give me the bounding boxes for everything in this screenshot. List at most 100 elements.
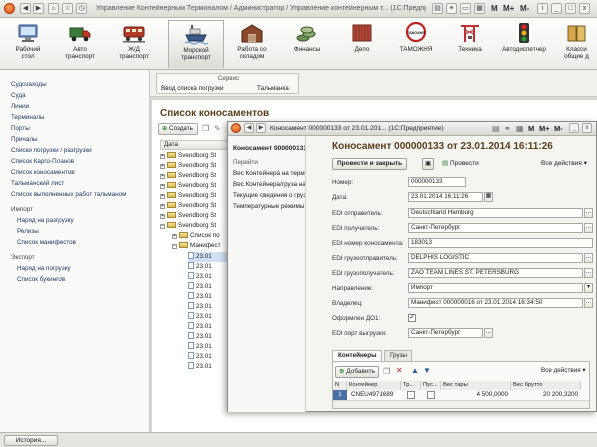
section-dispatcher[interactable]: Автодиспетчер: [498, 20, 550, 68]
minimize-button[interactable]: _: [551, 3, 562, 14]
nav-link-bills-of-lading[interactable]: Список коносаментов: [11, 169, 75, 176]
history-button[interactable]: История...: [4, 435, 58, 446]
select-ellipsis-icon[interactable]: …: [584, 298, 593, 308]
section-desktop[interactable]: Рабочий стол: [4, 20, 52, 68]
home-icon[interactable]: ⌂: [48, 3, 59, 14]
nav-link-ship-calls[interactable]: Судозаходы: [11, 81, 47, 88]
expand-icon[interactable]: +: [160, 154, 165, 159]
table-row[interactable]: 23.01: [188, 262, 230, 272]
doc-nav-item[interactable]: Температурные режимы ...: [233, 203, 305, 210]
number-field[interactable]: 000000133: [408, 177, 466, 187]
memory-minus-button[interactable]: M-: [554, 124, 563, 133]
save-icon[interactable]: ▣: [422, 158, 435, 170]
expand-icon[interactable]: +: [160, 164, 165, 169]
all-actions-menu[interactable]: Все действия ▾: [536, 158, 592, 170]
date-field[interactable]: 23.01.2014 16:11:26: [408, 192, 483, 202]
app-logo-icon[interactable]: [4, 3, 15, 14]
list-item[interactable]: + Svendborg St: [160, 172, 230, 182]
expand-icon[interactable]: +: [160, 204, 165, 209]
gross-weight-cell[interactable]: 20 200,3200: [511, 390, 581, 400]
service-tally[interactable]: Тальманка: [257, 85, 289, 92]
column-header-date[interactable]: Дата: [160, 140, 228, 150]
section-sea[interactable]: Морской транспорт: [168, 20, 224, 68]
discharge-port-field[interactable]: Санкт-Петербург: [408, 328, 483, 338]
column-header-tare-weight[interactable]: Вес тары: [441, 381, 511, 390]
section-equipment[interactable]: Техника: [446, 20, 494, 68]
list-item[interactable]: − Svendborg St: [160, 222, 230, 232]
minimize-button[interactable]: _: [569, 123, 579, 133]
list-item[interactable]: + Svendborg St: [160, 212, 230, 222]
edi-sender-field[interactable]: Deutschland Hamburg: [408, 208, 583, 218]
table-row[interactable]: 23.01: [188, 292, 230, 302]
list-item[interactable]: + Svendborg St: [160, 162, 230, 172]
expand-icon[interactable]: +: [172, 234, 177, 239]
favorites-icon[interactable]: ☆: [62, 3, 73, 14]
tab-cargo[interactable]: Грузы: [384, 350, 412, 361]
edi-receiver-field[interactable]: Санкт-Петербург: [408, 223, 583, 233]
select-ellipsis-icon[interactable]: …: [584, 253, 593, 263]
table-row[interactable]: 23.01: [188, 322, 230, 332]
forward-icon[interactable]: ▶: [256, 123, 266, 133]
maximize-button[interactable]: □: [565, 3, 576, 14]
list-item[interactable]: + Svendborg St: [160, 182, 230, 192]
chevron-down-icon[interactable]: ▾: [584, 283, 593, 293]
app-logo-icon[interactable]: [231, 123, 241, 133]
memory-button[interactable]: M: [491, 4, 498, 13]
doc-nav-item[interactable]: Текущие сведения о груз...: [233, 192, 305, 199]
list-item[interactable]: + Svendborg St: [160, 152, 230, 162]
edit-icon[interactable]: ✎: [214, 124, 221, 133]
table-row[interactable]: 23.01: [188, 302, 230, 312]
table-row[interactable]: 23.01: [188, 272, 230, 282]
edi-shipper-field[interactable]: DELPHIS LOGISTIC: [408, 253, 583, 263]
toolbar-folder-icon[interactable]: ▭: [460, 3, 471, 14]
tare-weight-cell[interactable]: 4 500,0000: [441, 390, 511, 400]
info-button[interactable]: i: [537, 3, 548, 14]
tab-containers[interactable]: Контейнеры: [332, 350, 382, 361]
move-up-icon[interactable]: ▲: [411, 366, 419, 375]
table-row[interactable]: 23.01: [188, 352, 230, 362]
back-icon[interactable]: ◀: [244, 123, 254, 133]
calculator-icon[interactable]: ▦: [516, 124, 524, 133]
section-customs[interactable]: ТАМОЖНЯ ТАМОЖНЯ: [392, 20, 440, 68]
table-row[interactable]: 23.01: [188, 282, 230, 292]
move-down-icon[interactable]: ▼: [423, 366, 431, 375]
delete-icon[interactable]: ✕: [396, 366, 403, 375]
list-item[interactable]: + Svendborg St: [160, 202, 230, 212]
calendar-icon[interactable]: ▦: [484, 192, 493, 202]
container-cell[interactable]: CNEU4971689: [347, 390, 401, 400]
back-icon[interactable]: ◀: [20, 3, 31, 14]
collapse-icon[interactable]: −: [172, 244, 177, 249]
section-finance[interactable]: Финансы: [283, 20, 331, 68]
add-container-button[interactable]: ⊕ Добавить: [335, 366, 379, 378]
edi-bl-number-field[interactable]: 183013: [408, 238, 593, 248]
doc-nav-header[interactable]: Коносамент 000000133...: [233, 145, 305, 152]
calculator-icon[interactable]: ▦: [474, 3, 485, 14]
nav-link-unloading-order[interactable]: Наряд на разгрузку: [17, 217, 74, 224]
horizontal-scrollbar[interactable]: [333, 400, 589, 408]
copy-icon[interactable]: ❐: [383, 367, 390, 376]
nav-link-ports[interactable]: Порты: [11, 125, 30, 132]
table-row[interactable]: 23.01: [188, 252, 230, 262]
column-header-n[interactable]: N: [333, 381, 347, 390]
service-loading-list-input[interactable]: Ввод списка погрузки: [161, 85, 224, 92]
column-header-gross-weight[interactable]: Вес брутто: [511, 381, 581, 390]
expand-icon[interactable]: +: [160, 194, 165, 199]
history-icon[interactable]: ◷: [76, 3, 87, 14]
do1-checkbox[interactable]: ✓: [408, 314, 416, 322]
section-rail[interactable]: Ж/Д транспорт: [110, 20, 158, 68]
nav-link-bookings[interactable]: Список букингов: [17, 276, 65, 283]
table-all-actions-menu[interactable]: Все действия ▾: [541, 367, 586, 374]
select-ellipsis-icon[interactable]: …: [584, 223, 593, 233]
nav-link-tally-works[interactable]: Список выполненных работ тальманом: [11, 191, 126, 198]
edi-consignee-field[interactable]: ZAO TEAM LINES ST. PETERSBURG: [408, 268, 583, 278]
nav-link-terminals[interactable]: Терминалы: [11, 114, 45, 121]
transit-checkbox[interactable]: [407, 391, 415, 399]
column-header-container[interactable]: Контейнер: [347, 381, 401, 390]
forward-icon[interactable]: ▶: [33, 3, 44, 14]
create-button[interactable]: ⊕ Создать: [158, 123, 198, 135]
owner-field[interactable]: Манифест 000000016 от 23.01.2014 16:34:5…: [408, 298, 583, 308]
direction-select[interactable]: Импорт: [408, 283, 583, 293]
table-row[interactable]: 23.01: [188, 332, 230, 342]
post-button[interactable]: ▤ Провести: [437, 158, 484, 170]
nav-link-loading-lists[interactable]: Списки погрузки / разгрузки: [11, 147, 92, 154]
